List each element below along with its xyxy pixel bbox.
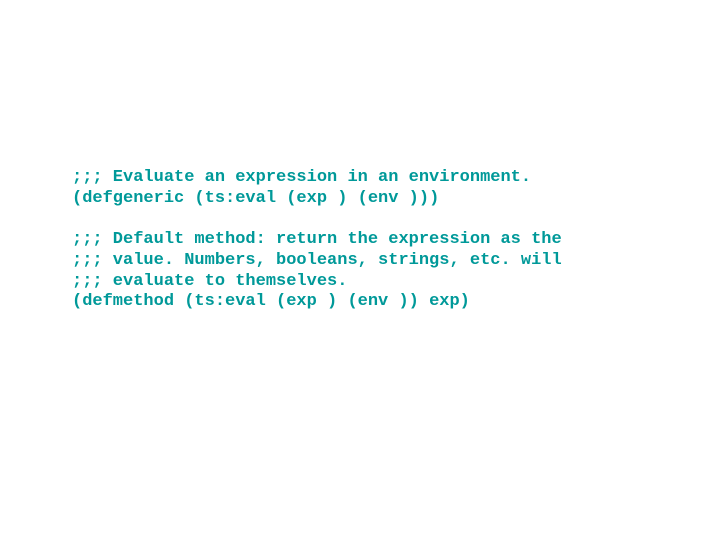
code-block: ;;; Evaluate an expression in an environ… (72, 168, 562, 313)
